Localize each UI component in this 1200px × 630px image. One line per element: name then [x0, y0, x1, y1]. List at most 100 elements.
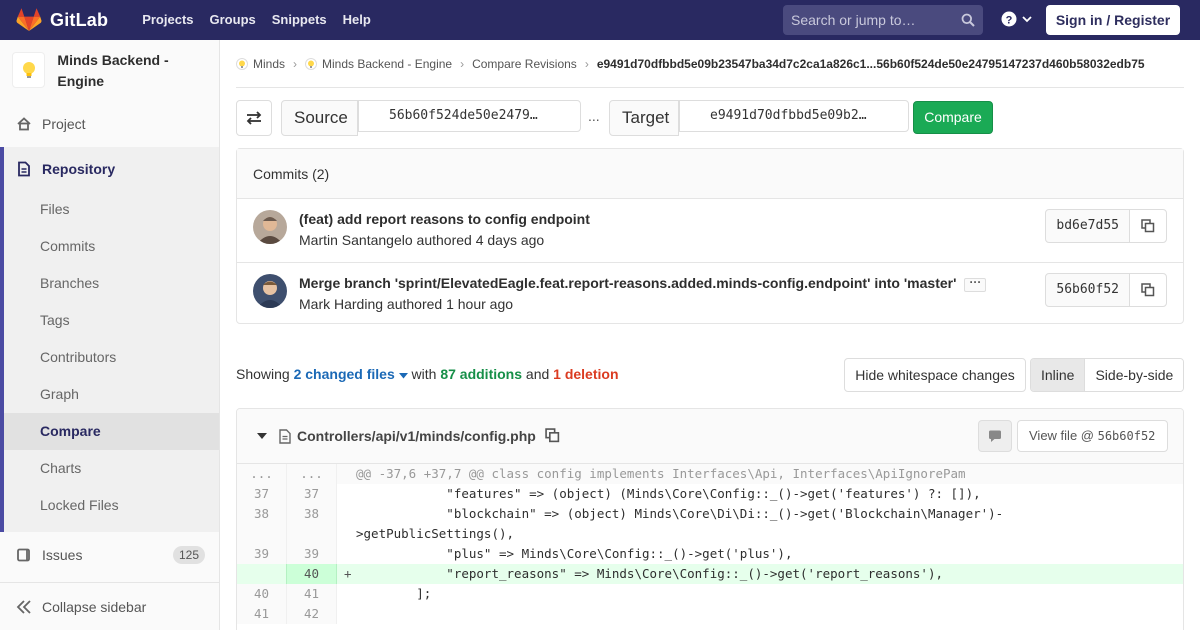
breadcrumb-current[interactable]: e9491d70dfbbd5e09b23547ba34d7c2ca1a826c1… [597, 57, 1145, 71]
and-label: and [525, 366, 550, 382]
sidebar-item-tags[interactable]: Tags [4, 302, 219, 339]
collapse-sidebar-button[interactable]: Collapse sidebar [0, 582, 219, 630]
nav-help[interactable]: Help [335, 0, 379, 40]
swap-revisions-button[interactable] [236, 100, 272, 136]
changed-files-dropdown[interactable]: 2 changed files [294, 366, 408, 382]
old-line-number[interactable] [237, 564, 287, 584]
project-avatar [12, 52, 46, 88]
new-line-number[interactable]: 37 [287, 484, 337, 504]
old-line-number[interactable]: 39 [237, 544, 287, 564]
view-file-sha: 56b60f52 [1097, 429, 1156, 443]
project-name: Minds Backend - Engine [57, 52, 169, 89]
source-label: Source [281, 100, 358, 136]
commit-author-link[interactable]: Mark Harding [299, 296, 383, 312]
nav-projects[interactable]: Projects [134, 0, 201, 40]
copy-icon[interactable] [545, 428, 560, 443]
diff-line-added: 40 + "report_reasons" => Minds\Core\Conf… [237, 564, 1183, 584]
hide-whitespace-button[interactable]: Hide whitespace changes [844, 358, 1026, 392]
sidebar-item-files[interactable]: Files [4, 191, 219, 228]
sidebar-item-charts[interactable]: Charts [4, 450, 219, 487]
help-dropdown[interactable]: ? [1001, 11, 1032, 27]
gitlab-tanuki-icon [16, 8, 42, 31]
sidebar-item-commits[interactable]: Commits [4, 228, 219, 265]
sidebar-item-project[interactable]: Project [0, 102, 219, 146]
commit-title-link[interactable]: (feat) add report reasons to config endp… [299, 211, 590, 227]
project-header[interactable]: Minds Backend - Engine [0, 40, 219, 102]
sidebar-item-branches[interactable]: Branches [4, 265, 219, 302]
source-revision-dropdown[interactable]: 56b60f524de50e2479… [358, 100, 581, 132]
sidebar-item-contributors[interactable]: Contributors [4, 339, 219, 376]
diff-code: + "report_reasons" => Minds\Core\Config:… [337, 564, 1183, 584]
diff-code-text: "plus" => Minds\Core\Config::_()->get('p… [356, 546, 793, 561]
changes-summary: Showing 2 changed files with 87 addition… [236, 366, 619, 382]
diff-code [337, 604, 1183, 624]
commit-time: authored 1 hour ago [386, 296, 514, 312]
home-icon [17, 117, 31, 131]
diff-code-text: "features" => (object) (Minds\Core\Confi… [356, 486, 981, 501]
commit-time: authored 4 days ago [416, 232, 545, 248]
new-line-number[interactable]: 39 [287, 544, 337, 564]
sidebar-item-repository[interactable]: Repository [0, 148, 219, 190]
nav-groups[interactable]: Groups [202, 0, 264, 40]
old-line-number[interactable]: 37 [237, 484, 287, 504]
commit-row: Merge branch 'sprint/ElevatedEagle.feat.… [237, 262, 1183, 325]
additions-count: 87 additions [440, 366, 523, 382]
breadcrumb-compare-revisions[interactable]: Compare Revisions [472, 57, 577, 71]
old-line-number[interactable]: 40 [237, 584, 287, 604]
side-by-side-view-button[interactable]: Side-by-side [1085, 359, 1184, 391]
project-avatar-small [305, 58, 318, 70]
copy-sha-button[interactable] [1130, 274, 1166, 306]
inline-view-button[interactable]: Inline [1031, 359, 1086, 391]
lightbulb-icon [308, 60, 315, 68]
compare-ellipsis: ... [588, 108, 600, 124]
new-line-number[interactable]: 41 [287, 584, 337, 604]
commit-title-link[interactable]: Merge branch 'sprint/ElevatedEagle.feat.… [299, 275, 987, 292]
search-placeholder: Search or jump to… [791, 12, 916, 28]
lightbulb-icon [22, 62, 35, 78]
lightbulb-icon [239, 60, 245, 68]
sidebar-item-issues[interactable]: Issues 125 [0, 535, 219, 575]
toggle-comments-button[interactable] [978, 420, 1012, 452]
sign-in-button[interactable]: Sign in / Register [1046, 5, 1180, 35]
commits-list: Commits (2) (feat) add report reasons to… [236, 148, 1184, 324]
gitlab-logo-link[interactable]: GitLab [0, 0, 108, 40]
new-line-number[interactable]: 38 [287, 504, 337, 544]
view-file-button[interactable]: View file @ 56b60f52 [1017, 420, 1168, 452]
commit-author-link[interactable]: Martin Santangelo [299, 232, 413, 248]
sidebar-item-label: Issues [42, 547, 83, 563]
expand-message-button[interactable]: ··· [964, 276, 987, 292]
old-line-number[interactable]: ... [237, 464, 287, 484]
caret-down-icon[interactable] [257, 433, 267, 440]
nav-snippets[interactable]: Snippets [264, 0, 335, 40]
search-input[interactable]: Search or jump to… [783, 5, 983, 35]
changed-files-label: 2 changed files [293, 366, 395, 382]
breadcrumb-minds[interactable]: Minds [253, 57, 285, 71]
target-revision-dropdown[interactable]: e9491d70dfbbd5e09b2… [679, 100, 909, 132]
sidebar-item-graph[interactable]: Graph [4, 376, 219, 413]
new-line-number[interactable]: 42 [287, 604, 337, 624]
collapse-label: Collapse sidebar [42, 598, 147, 615]
commit-sha-link[interactable]: 56b60f52 [1046, 274, 1130, 306]
new-line-number[interactable]: ... [287, 464, 337, 484]
commits-header: Commits (2) [237, 149, 1183, 199]
group-avatar [236, 58, 248, 70]
deletions-count: 1 deletion [553, 366, 619, 382]
diff-code-continuation: >getPublicSettings(), [356, 526, 515, 541]
commit-sha-link[interactable]: bd6e7d55 [1046, 210, 1130, 242]
old-line-number[interactable]: 38 [237, 504, 287, 544]
sidebar-item-locked-files[interactable]: Locked Files [4, 487, 219, 524]
old-line-number[interactable]: 41 [237, 604, 287, 624]
diff-file-header: Controllers/api/v1/minds/config.php View… [237, 409, 1183, 464]
copy-sha-button[interactable] [1130, 210, 1166, 242]
comment-icon [989, 430, 1001, 442]
breadcrumb-project[interactable]: Minds Backend - Engine [322, 57, 452, 71]
user-avatar-image [253, 210, 287, 244]
sidebar-item-compare[interactable]: Compare [4, 413, 219, 450]
sidebar-item-label: Repository [42, 161, 116, 177]
file-path-link[interactable]: Controllers/api/v1/minds/config.php [297, 428, 536, 444]
diff-code: ]; [337, 584, 1183, 604]
new-line-number[interactable]: 40 [287, 564, 337, 584]
avatar[interactable] [253, 274, 287, 308]
compare-button[interactable]: Compare [913, 101, 993, 134]
avatar[interactable] [253, 210, 287, 244]
